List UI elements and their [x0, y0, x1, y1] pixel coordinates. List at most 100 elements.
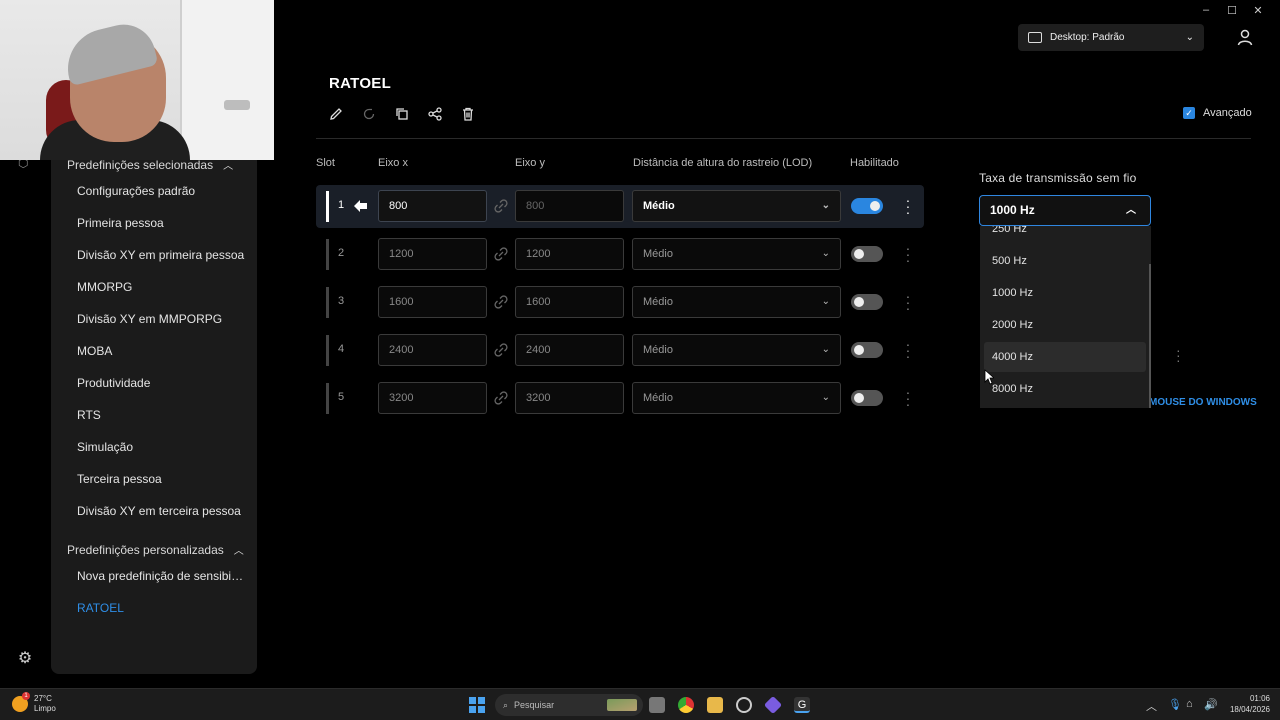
dpi-slot-row[interactable]: 3 1600 1600 Médio ⌄ · · · — [316, 281, 924, 324]
report-rate-option[interactable]: 8000 Hz — [984, 374, 1146, 404]
report-rate-option[interactable]: 500 Hz — [984, 246, 1146, 276]
system-clock[interactable]: 01:06 18/04/2026 — [1224, 693, 1270, 715]
more-options-icon[interactable]: · · · — [904, 193, 912, 219]
x-axis-input[interactable]: 2400 — [378, 334, 487, 366]
custom-preset-item[interactable]: Nova predefinição de sensibili... — [77, 569, 245, 583]
enabled-toggle[interactable] — [851, 342, 883, 358]
preset-item[interactable]: Produtividade — [77, 376, 245, 390]
preset-item[interactable]: Primeira pessoa — [77, 216, 245, 230]
minimize-button[interactable]: – — [1200, 4, 1212, 17]
preset-item[interactable]: Divisão XY em primeira pessoa — [77, 248, 245, 262]
dpi-slot-row[interactable]: 1 800 800 Médio ⌄ · · · — [316, 185, 924, 228]
file-explorer-icon[interactable] — [707, 697, 723, 713]
report-rate-option[interactable]: 250 Hz — [984, 226, 1146, 244]
preset-item[interactable]: Divisão XY em MMPORPG — [77, 312, 245, 326]
lod-select[interactable]: Médio ⌄ — [632, 190, 841, 222]
dpi-slot-row[interactable]: 2 1200 1200 Médio ⌄ · · · — [316, 233, 924, 276]
window-controls: – ☐ ✕ — [1200, 4, 1264, 17]
advanced-label: Avançado — [1203, 107, 1252, 119]
lod-select[interactable]: Médio ⌄ — [632, 334, 841, 366]
logitech-ghub-icon[interactable]: G — [794, 697, 810, 713]
more-options-icon[interactable]: · · · — [904, 241, 912, 267]
more-options-icon[interactable]: · · · — [904, 289, 912, 315]
link-axes-icon[interactable] — [494, 343, 508, 357]
y-axis-input[interactable]: 1600 — [515, 286, 624, 318]
advanced-toggle[interactable]: ✓ Avançado — [1183, 107, 1252, 119]
default-pointer-icon — [354, 200, 367, 212]
x-axis-input[interactable]: 3200 — [378, 382, 487, 414]
lod-select[interactable]: Médio ⌄ — [632, 238, 841, 270]
custom-preset-item-active[interactable]: RATOEL — [77, 601, 245, 615]
link-axes-icon[interactable] — [494, 391, 508, 405]
app-diamond-icon[interactable] — [763, 695, 783, 715]
preset-item[interactable]: Configurações padrão — [77, 184, 245, 198]
preset-item[interactable]: MMORPG — [77, 280, 245, 294]
enabled-toggle[interactable] — [851, 294, 883, 310]
clock-time: 01:06 — [1249, 694, 1270, 703]
custom-presets-header[interactable]: Predefinições personalizadas ︿ — [67, 542, 244, 558]
x-axis-input[interactable]: 1600 — [378, 286, 487, 318]
dpi-slot-row[interactable]: 5 3200 3200 Médio ⌄ · · · — [316, 377, 924, 420]
windows-mouse-settings-link[interactable]: MOUSE DO WINDOWS — [1149, 397, 1257, 408]
report-rate-option[interactable]: 2000 Hz — [984, 310, 1146, 340]
chevron-up-icon[interactable]: ︿ — [234, 542, 244, 557]
chevron-down-icon: ⌄ — [821, 296, 830, 307]
mouse-cursor-icon — [984, 369, 994, 385]
lod-select[interactable]: Médio ⌄ — [632, 382, 841, 414]
settings-gear-icon[interactable]: ⚙ — [14, 648, 36, 670]
enabled-toggle[interactable] — [851, 390, 883, 406]
report-rate-option[interactable]: 1000 Hz — [984, 278, 1146, 308]
preset-item[interactable]: Divisão XY em terceira pessoa — [77, 504, 245, 518]
link-axes-icon[interactable] — [494, 199, 508, 213]
task-view-icon[interactable] — [649, 697, 665, 713]
edit-pencil-icon[interactable] — [328, 106, 344, 122]
preset-item[interactable]: MOBA — [77, 344, 245, 358]
dpi-slot-row[interactable]: 4 2400 2400 Médio ⌄ · · · — [316, 329, 924, 372]
preset-item[interactable]: Terceira pessoa — [77, 472, 245, 486]
y-axis-input[interactable]: 800 — [515, 190, 624, 222]
maximize-button[interactable]: ☐ — [1226, 4, 1238, 17]
report-rate-option-hovered[interactable]: 4000 Hz — [984, 342, 1146, 372]
enabled-toggle[interactable] — [851, 198, 883, 214]
x-axis-input[interactable]: 800 — [378, 190, 487, 222]
duplicate-icon[interactable] — [394, 106, 410, 122]
x-axis-input[interactable]: 1200 — [378, 238, 487, 270]
close-button[interactable]: ✕ — [1252, 4, 1264, 17]
y-axis-input[interactable]: 1200 — [515, 238, 624, 270]
dropdown-scrollbar[interactable] — [1149, 264, 1151, 408]
tray-overflow-icon[interactable]: ︿ — [1146, 698, 1157, 714]
volume-icon[interactable]: 🔊 — [1204, 698, 1218, 711]
more-options-icon[interactable]: · · · — [904, 385, 912, 411]
custom-presets-title: Predefinições personalizadas — [67, 542, 224, 557]
y-axis-input[interactable]: 3200 — [515, 382, 624, 414]
taskbar-search[interactable]: ⌕ Pesquisar — [495, 694, 643, 716]
delete-trash-icon[interactable] — [460, 106, 476, 122]
notification-badge: 1 — [22, 692, 30, 700]
chrome-icon[interactable] — [678, 697, 694, 713]
report-rate-label: Taxa de transmissão sem fio — [979, 171, 1137, 185]
enabled-toggle[interactable] — [851, 246, 883, 262]
share-icon[interactable] — [427, 106, 443, 122]
link-axes-icon[interactable] — [494, 295, 508, 309]
profile-title: RATOEL — [329, 75, 392, 92]
more-options-icon[interactable]: · · · — [904, 337, 912, 363]
preset-item[interactable]: Simulação — [77, 440, 245, 454]
reset-icon[interactable] — [361, 106, 377, 122]
link-axes-icon[interactable] — [494, 247, 508, 261]
microphone-icon[interactable]: 🎙 — [1168, 698, 1182, 711]
report-rate-value: 1000 Hz — [990, 203, 1035, 217]
desktop-profile-dropdown[interactable]: Desktop: Padrão ⌄ — [1018, 24, 1204, 51]
more-options-icon[interactable]: · · · — [1176, 343, 1181, 367]
lod-value: Médio — [643, 296, 673, 308]
report-rate-select[interactable]: 1000 Hz ︿ — [979, 195, 1151, 226]
weather-widget[interactable]: 1 27°C Limpo — [12, 692, 56, 714]
checkbox-checked-icon[interactable]: ✓ — [1183, 107, 1195, 119]
header-divider — [316, 138, 1251, 139]
network-icon[interactable]: ⌂ — [1186, 698, 1193, 710]
obs-icon[interactable] — [736, 697, 752, 713]
lod-select[interactable]: Médio ⌄ — [632, 286, 841, 318]
user-account-icon[interactable] — [1236, 28, 1254, 46]
y-axis-input[interactable]: 2400 — [515, 334, 624, 366]
preset-item[interactable]: RTS — [77, 408, 245, 422]
windows-start-icon[interactable] — [469, 697, 485, 713]
